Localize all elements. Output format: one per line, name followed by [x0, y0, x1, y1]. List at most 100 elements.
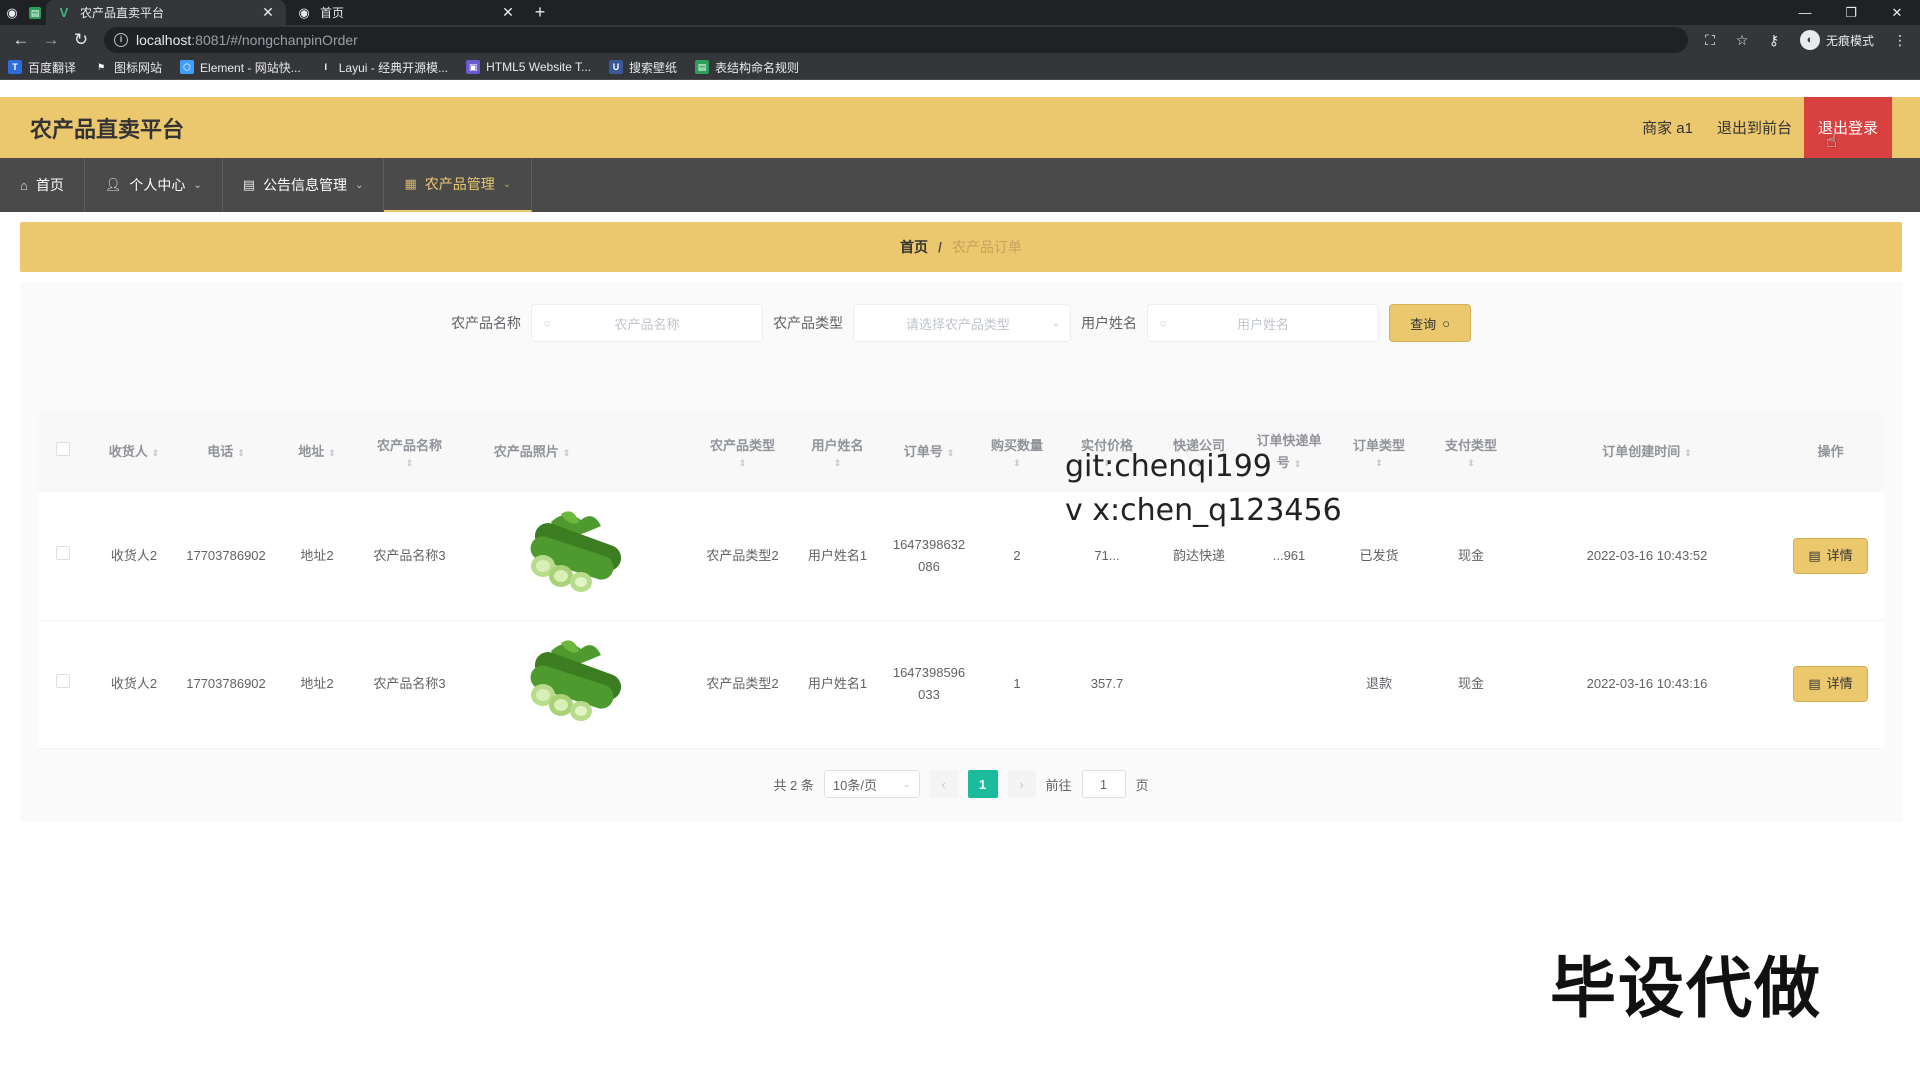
product-type-label: 农产品类型 [773, 315, 844, 331]
cell-product-type: 农产品类型2 [706, 676, 779, 691]
cell-order-type: 已发货 [1359, 547, 1399, 563]
sort-icon[interactable]: ⇕ [947, 448, 955, 458]
cell-product-name: 农产品名称3 [373, 547, 446, 563]
row-checkbox[interactable] [56, 545, 70, 560]
cucumber-image [530, 639, 622, 721]
sort-icon[interactable]: ⇕ [237, 448, 245, 458]
th-user-name[interactable]: 用户姓名 ⇕ [790, 412, 885, 492]
browser-tab[interactable]: ◉ 首页 ✕ [286, 0, 526, 25]
site-info-icon[interactable]: i [114, 33, 128, 47]
sort-icon[interactable]: ⇕ [701, 457, 784, 469]
user-name-input[interactable]: ○ 用户姓名 [1147, 304, 1380, 342]
app-title: 农产品直卖平台 [30, 116, 185, 142]
pinned-tab[interactable]: ▤ [24, 0, 46, 25]
url-input[interactable]: i localhost:8081/#/nongchanpinOrder [104, 27, 1688, 53]
logout-button[interactable]: 退出登录 ☝ [1803, 97, 1892, 158]
th-product-type[interactable]: 农产品类型 ⇕ [695, 412, 790, 492]
minimize-icon[interactable]: — [1782, 0, 1828, 25]
th-receiver[interactable]: 收货人 ⇕ [88, 412, 180, 492]
app-root: 农产品直卖平台 商家 a1 退出到前台 退出登录 ☝ ⌂ 首页 👤︎ 个人中心 … [0, 97, 1920, 1072]
sort-icon[interactable]: ⇕ [796, 457, 879, 469]
query-button[interactable]: 查询 ○ [1389, 304, 1471, 342]
user-name-placeholder: 用户姓名 [1237, 316, 1290, 332]
bookmark-item[interactable]: ▣ HTML5 Website T... [466, 60, 591, 74]
total-count: 共 2 条 [773, 777, 814, 793]
th-created[interactable]: 订单创建时间 ⇕ [1517, 412, 1777, 492]
menu-item-notice[interactable]: ▤ 公告信息管理 ⌄ [223, 158, 385, 212]
th-order-type[interactable]: 订单类型 ⇕ [1333, 412, 1425, 492]
bookmark-item[interactable]: T 百度翻译 [8, 59, 76, 76]
bookmark-item[interactable]: ⬡ Element - 网站快... [180, 59, 301, 76]
app-header: 农产品直卖平台 商家 a1 退出到前台 退出登录 ☝ [0, 97, 1920, 158]
th-address[interactable]: 地址 ⇕ [272, 412, 362, 492]
bookmark-icon: l [324, 62, 327, 72]
product-name-input[interactable]: ○ 农产品名称 [531, 304, 764, 342]
forward-icon[interactable]: → [36, 25, 66, 55]
th-order-no[interactable]: 订单号 ⇕ [885, 412, 973, 492]
bookmark-item[interactable]: ▤ 表结构命名规则 [695, 59, 799, 76]
bookmark-item[interactable]: U 搜索壁纸 [609, 59, 677, 76]
chrome-menu-icon[interactable]: ◉ [0, 0, 24, 25]
restore-icon[interactable]: ❐ [1828, 0, 1874, 25]
sort-icon[interactable]: ⇕ [563, 448, 571, 458]
next-page-button[interactable]: › [1007, 770, 1036, 798]
bookmark-item[interactable]: ⚑ 图标网站 [94, 59, 162, 76]
menu-item-home[interactable]: ⌂ 首页 [0, 158, 85, 212]
menu-label: 农产品管理 [424, 176, 495, 192]
product-icon: ▦ [404, 176, 417, 191]
bookmark-label: Element - 网站快... [200, 60, 301, 75]
sort-icon[interactable]: ⇕ [1684, 448, 1692, 458]
document-icon: ▤ [1808, 547, 1821, 563]
cell-address: 地址2 [300, 676, 334, 691]
order-table: 收货人 ⇕ 电话 ⇕ 地址 ⇕ 农产品名称 ⇕ 农产品照片 ⇕ 农产品类型 ⇕ 用户姓名 ⇕ … [38, 412, 1884, 749]
th-product-name[interactable]: 农产品名称 ⇕ [362, 412, 457, 492]
prev-page-button[interactable]: ‹ [929, 770, 958, 798]
page-size-select[interactable]: 10条/页 ⌄ [823, 770, 920, 798]
more-menu-icon[interactable]: ⋮ [1886, 26, 1914, 54]
profile-button[interactable]: ◐ 无痕模式 [1792, 30, 1882, 50]
breadcrumb-home[interactable]: 首页 [900, 237, 928, 257]
sort-icon[interactable]: ⇕ [1431, 457, 1511, 469]
sort-icon[interactable]: ⇕ [979, 457, 1055, 469]
pagination: 共 2 条 10条/页 ⌄ ‹ 1 › 前往 1 页 [20, 770, 1902, 798]
back-icon[interactable]: ← [6, 25, 36, 55]
new-tab-button[interactable]: + [526, 0, 554, 25]
sort-icon[interactable]: ⇕ [328, 448, 336, 458]
select-all-checkbox[interactable] [56, 442, 70, 456]
close-tab-icon[interactable]: ✕ [260, 4, 276, 21]
th-phone[interactable]: 电话 ⇕ [180, 412, 272, 492]
menu-item-personal[interactable]: 👤︎ 个人中心 ⌄ [85, 158, 223, 212]
menu-item-product[interactable]: ▦ 农产品管理 ⌄ [384, 158, 533, 212]
sort-icon[interactable]: ⇕ [368, 457, 451, 469]
bookmark-item[interactable]: l Layui - 经典开源模... [319, 59, 448, 76]
goto-page-input[interactable]: 1 [1081, 770, 1126, 798]
close-tab-icon[interactable]: ✕ [500, 4, 516, 21]
detail-button[interactable]: ▤ 详情 [1793, 537, 1868, 574]
th-product-photo[interactable]: 农产品照片 ⇕ [457, 412, 607, 492]
th-quantity[interactable]: 购买数量 ⇕ [973, 412, 1061, 492]
cell-pay-type: 现金 [1457, 547, 1484, 563]
back-to-front-link[interactable]: 退出到前台 [1705, 97, 1804, 158]
main-menu: ⌂ 首页 👤︎ 个人中心 ⌄ ▤ 公告信息管理 ⌄ ▦ 农产品管理 ⌄ [0, 158, 1920, 212]
detail-button[interactable]: ▤ 详情 [1793, 666, 1868, 702]
cell-quantity: 2 [1013, 547, 1021, 563]
detail-label: 详情 [1826, 547, 1853, 563]
reload-icon[interactable]: ↻ [66, 25, 96, 55]
product-type-select[interactable]: 请选择农产品类型 ⌄ [853, 304, 1072, 342]
browser-tab-active[interactable]: V 农产品直卖平台 ✕ [46, 0, 286, 25]
th-label: 地址 [298, 443, 325, 459]
page-number-current[interactable]: 1 [967, 770, 998, 798]
translate-icon[interactable]: ⛶ [1696, 26, 1724, 54]
cell-phone: 17703786902 [186, 547, 266, 563]
key-icon[interactable]: ⚷ [1760, 26, 1788, 54]
close-window-icon[interactable]: ✕ [1874, 0, 1920, 25]
sort-icon[interactable]: ⇕ [152, 448, 160, 458]
watermark-stamp: 毕设代做 [1550, 950, 1822, 1027]
th-pay-type[interactable]: 支付类型 ⇕ [1425, 412, 1517, 492]
watermark-wechat: v x:chen_q123456 [1065, 493, 1342, 528]
breadcrumb: 首页 / 农产品订单 [20, 222, 1902, 272]
sort-icon[interactable]: ⇕ [1339, 457, 1419, 469]
row-checkbox[interactable] [56, 674, 70, 688]
bookmark-star-icon[interactable]: ☆ [1728, 26, 1756, 54]
table-row: 收货人2 17703786902 地址2 农产品名称3 农产品类型2 用户姓名1… [38, 492, 1884, 620]
